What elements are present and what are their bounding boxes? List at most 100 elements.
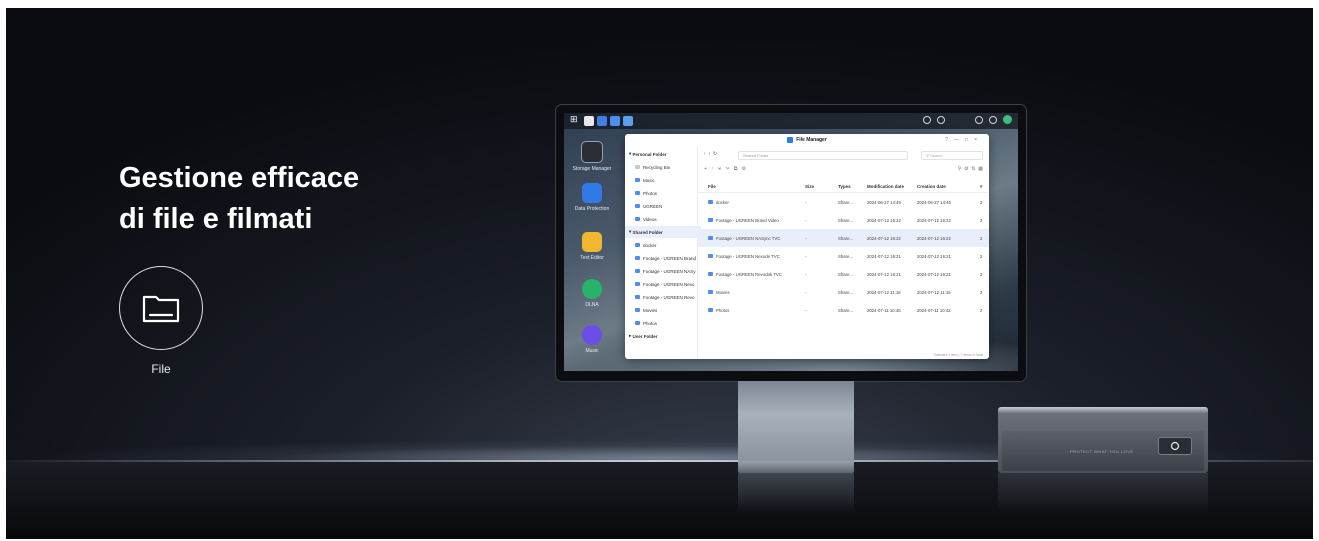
dock-storage-manager[interactable]: Storage Manager — [570, 141, 614, 172]
sidebar-item-recycling-bin[interactable]: Recycling Bin — [625, 161, 707, 173]
file-type: Share... — [838, 253, 854, 259]
file-feature-button[interactable] — [119, 266, 203, 350]
close-icon[interactable]: × — [974, 137, 983, 143]
column-file[interactable]: File — [708, 180, 798, 192]
add-icon[interactable]: + — [704, 166, 707, 172]
sidebar-section-shared[interactable]: ▾ Shared Folder — [625, 226, 701, 238]
sidebar-item-footage-nexode[interactable]: Footage - UGREEN Nexo — [625, 278, 707, 290]
sidebar-item-photos-shared[interactable]: Photos — [625, 317, 707, 329]
minimize-icon[interactable]: — — [954, 137, 965, 143]
path-field[interactable]: Shared Folder — [738, 151, 908, 160]
file-count: 2 — [980, 199, 983, 205]
headline-line-2: di file e filmati — [119, 203, 313, 235]
status-icon[interactable] — [923, 115, 931, 124]
nas-reflection — [998, 473, 1208, 513]
view-options: ⚲ ⚙ ⇅ ▦ — [958, 166, 983, 172]
trash-icon — [635, 165, 640, 169]
upload-icon[interactable]: ↑ — [711, 166, 714, 172]
file-type: Share... — [838, 289, 854, 295]
sidebar-item-movies[interactable]: Movies — [625, 304, 707, 316]
back-icon[interactable]: ‹ — [704, 151, 706, 157]
filter-icon[interactable]: ⚲ — [958, 166, 962, 172]
sidebar-item-label: Recycling Bin — [643, 164, 671, 170]
document-icon — [582, 232, 602, 252]
dock-data-protection[interactable]: Data Protection — [570, 183, 614, 212]
folder-icon — [635, 243, 640, 247]
taskbar-app-icon[interactable] — [623, 116, 633, 126]
notification-icon[interactable] — [975, 115, 983, 124]
file-created: 2024-07-12 16:21 — [917, 253, 951, 259]
table-row[interactable]: docker - Share... 2024-06-27 14:45 2024-… — [698, 193, 989, 211]
folder-icon — [635, 269, 640, 273]
forward-icon[interactable]: › — [708, 151, 710, 157]
settings-icon[interactable]: ⚙ — [742, 166, 746, 172]
file-manager-icon — [787, 137, 794, 143]
column-count[interactable]: # — [980, 180, 986, 192]
search-icon[interactable] — [989, 115, 997, 124]
sidebar-section-user[interactable]: ▸ User Folder — [625, 330, 701, 342]
folder-icon — [708, 200, 713, 204]
folder-icon — [635, 321, 640, 325]
help-icon[interactable]: ? — [945, 137, 954, 143]
status-icon[interactable] — [937, 115, 945, 124]
folder-icon — [635, 191, 640, 195]
table-row[interactable]: Footage - UGREEN Brand Video - Share... … — [698, 211, 989, 229]
nav-toolbar: ‹ › ↻ Shared Folder ⚲ Search — [704, 151, 983, 161]
file-name: Photos — [716, 307, 730, 313]
dock-music[interactable]: Music — [570, 325, 614, 354]
section-label: Personal Folder — [632, 151, 667, 157]
column-modification-date[interactable]: Modification date — [867, 180, 919, 192]
column-creation-date[interactable]: Creation date — [917, 180, 972, 192]
table-row[interactable]: Photos - Share... 2024-07-11 10:45 2024-… — [698, 301, 989, 319]
cut-icon[interactable]: ✂ — [726, 166, 730, 172]
dock-text-editor[interactable]: Text Editor — [570, 232, 614, 261]
window-titlebar: File Manager — [625, 134, 989, 146]
sidebar-item-label: Photos — [643, 320, 658, 326]
dock-dlna[interactable]: DLNA — [570, 279, 614, 308]
refresh-icon[interactable]: ↻ — [713, 151, 717, 157]
file-modified: 2024-07-12 11:16 — [867, 289, 901, 295]
file-modified: 2024-07-12 16:21 — [867, 253, 901, 259]
link-icon[interactable]: ∞ — [718, 166, 722, 172]
taskbar-app-icon[interactable] — [610, 116, 620, 126]
sidebar-item-label: Footage - UGREEN Revo — [643, 294, 695, 300]
folder-icon — [635, 217, 640, 221]
power-button[interactable] — [1158, 437, 1192, 455]
sidebar-item-ugreen[interactable]: UGREEN — [625, 200, 707, 212]
gear-icon[interactable]: ⚙ — [964, 166, 968, 172]
sidebar-item-label: Movies — [643, 307, 658, 313]
table-row-selected[interactable]: Footage - UGREEN NASync TVC - Share... 2… — [698, 229, 989, 247]
sidebar-item-music[interactable]: Music — [625, 174, 707, 186]
folder-icon — [635, 204, 640, 208]
sidebar-item-footage-revodok[interactable]: Footage - UGREEN Revo — [625, 291, 707, 303]
maximize-icon[interactable]: □ — [965, 137, 974, 143]
taskbar-app-icon[interactable] — [584, 116, 594, 126]
file-feature-label: File — [151, 362, 171, 376]
column-types[interactable]: Types — [838, 180, 864, 192]
app-grid-icon[interactable]: ⊞ — [570, 114, 580, 124]
sidebar-item-photos[interactable]: Photos — [625, 187, 707, 199]
sidebar-section-personal[interactable]: ▾ Personal Folder — [625, 148, 701, 160]
sort-icon[interactable]: ⇅ — [971, 166, 975, 172]
copy-icon[interactable]: ⧉ — [734, 166, 738, 172]
sidebar-item-label: docker — [643, 242, 657, 248]
table-row[interactable]: Footage - UGREEN Revodok TVC - Share... … — [698, 265, 989, 283]
storage-icon — [581, 141, 603, 163]
sidebar-item-videos[interactable]: Videos — [625, 213, 707, 225]
file-list-pane: ‹ › ↻ Shared Folder ⚲ Search + ↑ ∞ ✂ ⧉ ⚙… — [698, 146, 989, 359]
sidebar-item-label: Footage - UGREEN Brand — [643, 255, 697, 261]
file-modified: 2024-07-12 16:22 — [867, 217, 901, 223]
table-row[interactable]: Footage - UGREEN Nexode TVC - Share... 2… — [698, 247, 989, 265]
avatar[interactable] — [1003, 115, 1012, 124]
sidebar-item-footage-brand[interactable]: Footage - UGREEN Brand — [625, 252, 707, 264]
file-type: Share... — [838, 217, 854, 223]
table-row[interactable]: Movies - Share... 2024-07-12 11:16 2024-… — [698, 283, 989, 301]
grid-view-icon[interactable]: ▦ — [978, 166, 983, 172]
dock-label: Data Protection — [574, 206, 610, 212]
sidebar-item-footage-nasync[interactable]: Footage - UGREEN NASy — [625, 265, 707, 277]
file-name: Movies — [716, 289, 730, 295]
sidebar-item-docker[interactable]: docker — [625, 239, 707, 251]
taskbar-app-icon[interactable] — [597, 116, 607, 126]
column-size[interactable]: Size — [805, 180, 823, 192]
search-input[interactable]: ⚲ Search — [921, 151, 983, 160]
